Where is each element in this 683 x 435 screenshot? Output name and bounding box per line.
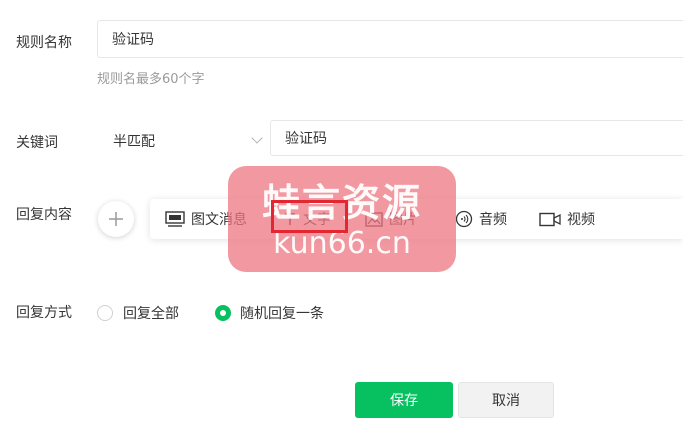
tool-audio[interactable]: 音频 <box>455 199 507 239</box>
video-icon <box>539 212 561 226</box>
tool-audio-label: 音频 <box>479 212 507 228</box>
save-button[interactable]: 保存 <box>355 382 453 418</box>
highlight-box <box>271 200 348 233</box>
keyword-input[interactable]: 验证码 <box>270 120 683 156</box>
rule-name-hint: 规则名最多60个字 <box>97 72 205 87</box>
reply-random-label[interactable]: 随机回复一条 <box>240 303 324 323</box>
image-text-icon <box>165 211 185 227</box>
keyword-label: 关键词 <box>16 135 58 151</box>
cancel-button[interactable]: 取消 <box>458 382 554 418</box>
reply-random-radio[interactable] <box>215 305 231 321</box>
add-reply-button[interactable] <box>98 201 134 237</box>
rule-name-label: 规则名称 <box>16 35 72 51</box>
audio-icon <box>455 210 473 228</box>
plus-icon <box>109 212 123 226</box>
chevron-down-icon[interactable] <box>251 132 263 144</box>
match-mode-select[interactable]: 半匹配 <box>113 131 155 151</box>
reply-mode-label: 回复方式 <box>16 305 72 321</box>
rule-name-value: 验证码 <box>112 32 154 48</box>
tool-video[interactable]: 视频 <box>539 199 595 239</box>
rule-name-input[interactable]: 验证码 <box>97 20 683 58</box>
reply-all-label[interactable]: 回复全部 <box>123 303 179 323</box>
keyword-value: 验证码 <box>285 131 327 147</box>
reply-content-label: 回复内容 <box>16 207 72 223</box>
reply-all-radio[interactable] <box>97 305 113 321</box>
tool-video-label: 视频 <box>567 212 595 228</box>
